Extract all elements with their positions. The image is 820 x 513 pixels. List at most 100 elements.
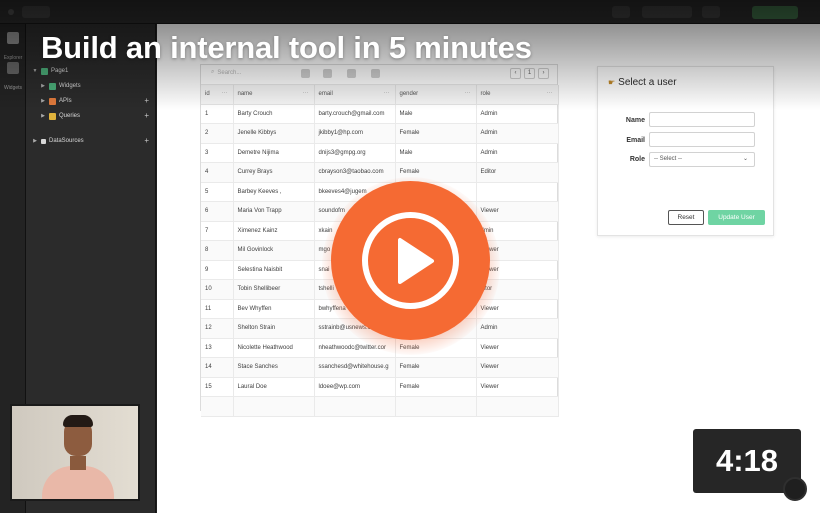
deploy-button[interactable] (752, 6, 798, 19)
hide-columns-icon[interactable] (347, 69, 356, 78)
column-header-label: gender (399, 91, 419, 98)
table-row[interactable]: 1 Barty Crouch barty.crouch@gmail.com Male A… (201, 104, 559, 124)
table-cell-name: Jenelle Kibbys (233, 123, 315, 144)
hand-pointer-icon: ☛ (608, 78, 616, 87)
rail-widgets-label: Widgets (3, 85, 23, 91)
table-cell-id: 15 (201, 377, 234, 397)
column-menu-icon[interactable]: ··· (465, 90, 471, 96)
widgets-icon (7, 62, 19, 74)
table-row[interactable]: 2 Jenelle Kibbys jkibby1@hp.com Female Admin (201, 123, 559, 144)
video-title: Build an internal tool in 5 minutes (41, 30, 532, 65)
role-select-value: -- Select -- (654, 156, 683, 162)
table-row[interactable]: 15 Laural Doe ldoee@wp.com Female Viewer (201, 377, 559, 397)
tree-apis[interactable]: ▶ APIs (40, 95, 72, 107)
column-header-label: email (318, 91, 333, 98)
email-label: Email (626, 137, 645, 144)
column-settings-icon[interactable] (371, 69, 380, 78)
update-user-button[interactable]: Update User (708, 210, 765, 225)
rail-widgets[interactable]: Widgets (0, 62, 26, 94)
role-label: Role (629, 156, 645, 163)
download-icon[interactable] (323, 69, 332, 78)
table-cell-name: Bev Whyffen (233, 299, 315, 319)
api-icon (49, 97, 56, 105)
column-header-gender[interactable]: gender ··· (395, 85, 477, 105)
column-menu-icon[interactable]: ··· (547, 90, 553, 96)
table-cell-empty (314, 396, 396, 417)
table-cell-empty (233, 396, 315, 417)
table-cell-id: 7 (201, 221, 234, 241)
chevron-down-icon: ⌄ (742, 156, 748, 162)
table-cell-role: Admin (476, 123, 559, 144)
role-select[interactable]: -- Select -- ⌄ (649, 152, 755, 167)
tree-queries-label: Queries (59, 113, 81, 119)
column-menu-icon[interactable]: ··· (303, 90, 309, 96)
column-header-name[interactable]: name ··· (233, 85, 315, 105)
table-cell-empty (476, 396, 559, 417)
tree-datasources-label: DataSources (49, 138, 84, 144)
next-page-icon[interactable]: › (538, 68, 549, 79)
form-title: ☛ Select a user (608, 77, 677, 88)
filter-icon[interactable] (301, 69, 310, 78)
page-icon (41, 67, 48, 75)
chevron-right-icon: ▶ (33, 138, 37, 144)
presenter-neck (70, 456, 86, 470)
table-row[interactable]: 4 Currey Brays cbrayson3@taobao.com Female E… (201, 162, 559, 183)
page-number: 1 (524, 68, 535, 79)
table-cell-role: Viewer (476, 377, 559, 397)
table-cell-name: Mil Govinlock (233, 240, 315, 261)
table-pagination: ‹ 1 › (510, 68, 549, 79)
table-cell-id: 3 (201, 143, 234, 163)
tree-widgets[interactable]: ▶ Widgets (40, 80, 81, 92)
table-cell-gender: Female (395, 357, 477, 378)
column-header-id[interactable]: id ··· (201, 85, 234, 105)
add-query-icon[interactable]: + (144, 110, 149, 122)
play-button[interactable] (331, 181, 490, 340)
table-row[interactable]: 14 Stace Sanches ssanchesd@whitehouse.g Fem… (201, 357, 559, 378)
table-cell-name: Tobin Shellibeer (233, 279, 315, 300)
table-cell-gender: Male (395, 104, 477, 124)
rail-explorer[interactable]: Explorer (0, 32, 26, 64)
explorer-icon (7, 32, 19, 44)
topbar-control[interactable] (612, 6, 630, 18)
column-header-email[interactable]: email ··· (314, 85, 396, 105)
window-dot-icon (8, 9, 14, 15)
presenter-hair (63, 415, 93, 427)
tree-datasources[interactable]: ▶ DataSources (32, 135, 84, 147)
reset-button[interactable]: Reset (668, 210, 704, 225)
column-header-role[interactable]: role ··· (476, 85, 559, 105)
plug-icon (41, 138, 46, 144)
corner-avatar-icon (783, 477, 807, 501)
chevron-down-icon: ▼ (32, 68, 38, 74)
column-menu-icon[interactable]: ··· (384, 90, 390, 96)
tree-widgets-label: Widgets (59, 83, 81, 89)
table-search[interactable]: ⌕ Search... (211, 69, 241, 76)
table-cell-empty (395, 396, 477, 417)
topbar-control[interactable] (702, 6, 720, 18)
prev-page-icon[interactable]: ‹ (510, 68, 521, 79)
app-logo (22, 6, 50, 18)
tree-page[interactable]: ▼ Page1 (32, 65, 68, 77)
table-cell-id: 10 (201, 279, 234, 300)
add-datasource-icon[interactable]: + (144, 135, 149, 147)
table-cell-role: Admin (476, 104, 559, 124)
table-cell-email: dnijs3@gmpg.org (314, 143, 396, 163)
table-cell-email: jkibby1@hp.com (314, 123, 396, 144)
column-menu-icon[interactable]: ··· (222, 90, 228, 96)
table-cell-email: cbrayson3@taobao.com (314, 162, 396, 183)
table-cell-id: 6 (201, 201, 234, 222)
play-icon (398, 238, 434, 284)
table-cell-gender: Female (395, 123, 477, 144)
email-field[interactable] (649, 132, 755, 147)
tree-queries[interactable]: ▶ Queries (40, 110, 80, 122)
chevron-right-icon: ▶ (41, 113, 45, 119)
topbar-control[interactable] (642, 6, 692, 18)
name-field[interactable] (649, 112, 755, 127)
form-title-text: Select a user (618, 77, 677, 88)
table-cell-role: Viewer (476, 357, 559, 378)
add-api-icon[interactable]: + (144, 95, 149, 107)
queries-icon (49, 112, 56, 120)
table-cell-name: Nicolette Heathwood (233, 338, 315, 358)
table-row[interactable]: 3 Demetre Nijima dnijs3@gmpg.org Male Admin (201, 143, 559, 163)
table-cell-name: Stace Sanches (233, 357, 315, 378)
table-cell-id: 2 (201, 123, 234, 144)
